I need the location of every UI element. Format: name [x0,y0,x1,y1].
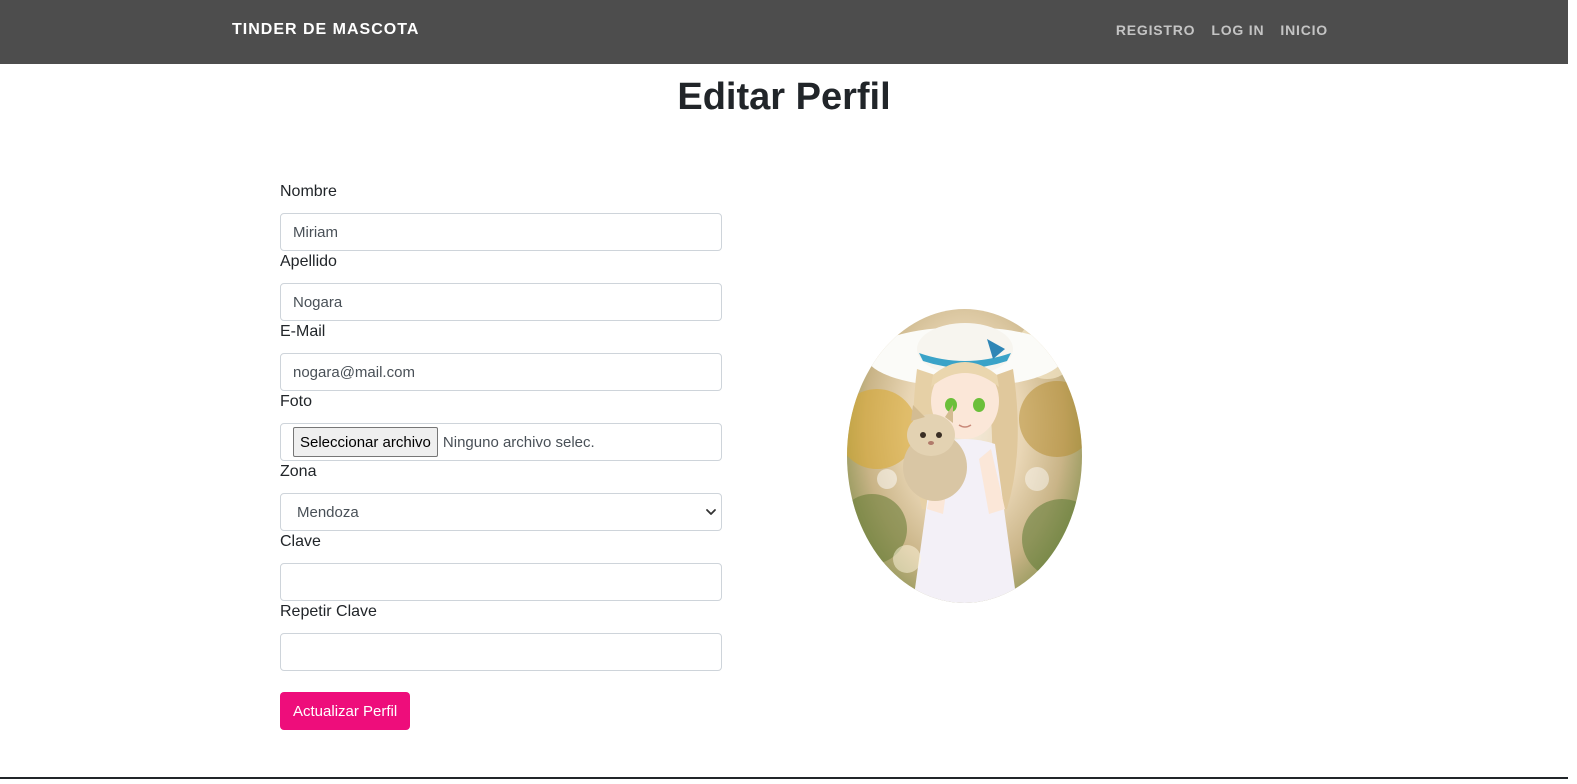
clave-group: Clave [280,533,722,603]
edit-profile-form: Nombre Apellido E-Mail Foto Seleccionar … [280,183,722,730]
select-file-button[interactable]: Seleccionar archivo [293,427,438,457]
nav-link-login[interactable]: LOG IN [1211,22,1264,38]
email-label: E-Mail [280,323,326,340]
repetir-clave-label: Repetir Clave [280,603,377,620]
clave-label: Clave [280,533,321,550]
nav-links: REGISTRO LOG IN INICIO [1116,22,1328,38]
foto-group: Foto Seleccionar archivo Ninguno archivo… [280,393,722,463]
email-input[interactable] [280,353,722,391]
repetir-clave-input[interactable] [280,633,722,671]
foto-file-input[interactable]: Seleccionar archivo Ninguno archivo sele… [280,423,722,461]
nombre-label: Nombre [280,183,337,200]
zona-group: Zona Mendoza [280,463,722,533]
file-status-text: Ninguno archivo selec. [442,433,595,451]
update-profile-button[interactable]: Actualizar Perfil [280,692,411,730]
zona-selected-value: Mendoza [297,503,359,521]
apellido-input[interactable] [280,283,722,321]
navbar: TINDER DE MASCOTA REGISTRO LOG IN INICIO [0,0,1568,64]
apellido-group: Apellido [280,253,722,323]
page-title: Editar Perfil [677,76,891,118]
nombre-input[interactable] [280,213,722,251]
zona-select[interactable]: Mendoza [280,493,722,531]
nav-link-registro[interactable]: REGISTRO [1116,22,1196,38]
profile-photo-illustration [847,319,1082,603]
repetir-clave-group: Repetir Clave [280,603,722,673]
zona-label: Zona [280,463,317,480]
page-bottom-border [0,777,1568,779]
foto-label: Foto [280,393,313,410]
nombre-group: Nombre [280,183,722,253]
apellido-label: Apellido [280,253,337,270]
email-group: E-Mail [280,323,722,393]
nav-link-inicio[interactable]: INICIO [1280,22,1328,38]
clave-input[interactable] [280,563,722,601]
chevron-down-icon [706,509,716,515]
brand-link[interactable]: TINDER DE MASCOTA [232,21,419,39]
profile-photo [847,309,1082,603]
